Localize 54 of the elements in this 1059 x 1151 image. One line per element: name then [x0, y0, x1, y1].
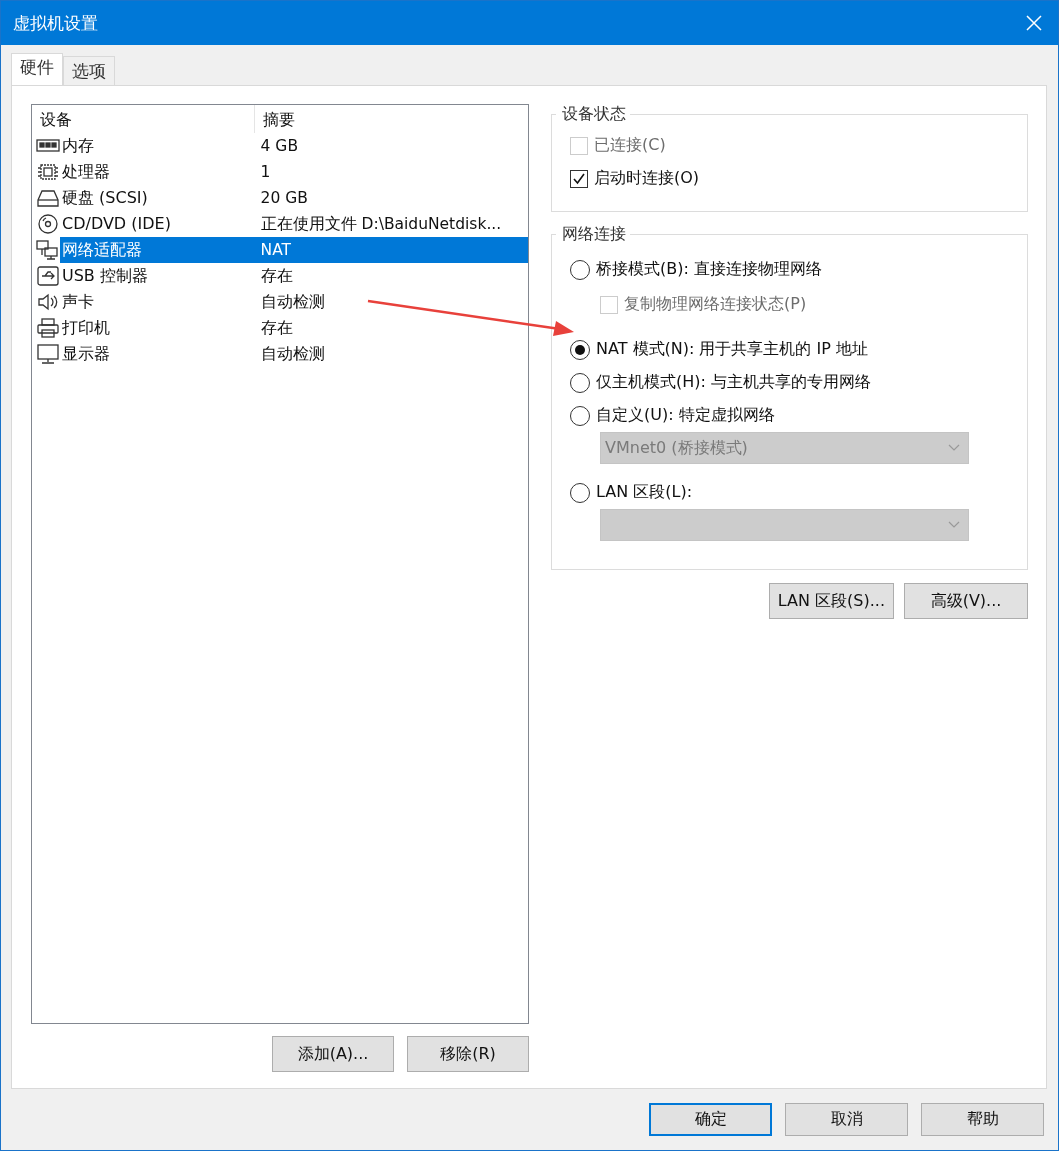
table-cell[interactable]: 4 GB [259, 133, 528, 159]
window-title: 虚拟机设置 [13, 11, 98, 35]
close-icon[interactable] [1026, 15, 1042, 31]
table-cell[interactable]: 20 GB [259, 185, 528, 211]
table-cell[interactable]: 打印机 [60, 315, 260, 341]
table-cell[interactable]: 网络适配器 [60, 237, 260, 263]
caret-icon [948, 444, 960, 452]
radio-label[interactable]: 自定义(U): 特定虚拟网络 [596, 405, 775, 426]
radio-button[interactable] [570, 372, 590, 393]
radio-label[interactable]: LAN 区段(L): [596, 482, 693, 503]
radio-button[interactable] [570, 405, 590, 426]
table-cell[interactable]: 声卡 [60, 289, 260, 315]
table-cell[interactable]: 正在使用文件 D:\BaiduNetdisk... [259, 211, 528, 237]
table-cell[interactable]: 内存 [60, 133, 260, 159]
table-cell[interactable]: 1 [259, 159, 528, 185]
table-cell[interactable]: 自动检测 [259, 289, 528, 315]
tab[interactable]: 选项 [63, 56, 115, 85]
group-title: 网络连接 [561, 224, 627, 245]
monitor-icon [36, 343, 60, 365]
printer-icon [36, 317, 60, 339]
dialog-button[interactable]: 帮助 [921, 1103, 1044, 1136]
checkbox[interactable] [570, 169, 588, 188]
chip-icon [36, 161, 60, 183]
table-cell[interactable]: 存在 [259, 263, 528, 289]
radio-button[interactable] [570, 259, 590, 280]
network-icon [36, 239, 60, 261]
drive-icon [36, 187, 60, 209]
table-cell[interactable]: 硬盘 (SCSI) [60, 185, 260, 211]
table-cell[interactable]: 存在 [259, 315, 528, 341]
table-cell[interactable]: 处理器 [60, 159, 260, 185]
table-cell[interactable]: CD/DVD (IDE) [60, 211, 260, 237]
radio-button[interactable] [570, 339, 590, 360]
table-cell[interactable]: 显示器 [60, 341, 260, 367]
action-button[interactable]: 移除(R) [407, 1036, 529, 1072]
checkbox-label[interactable]: 启动时连接(O) [594, 168, 700, 189]
action-button[interactable]: LAN 区段(S)... [768, 583, 894, 619]
disc-icon [36, 213, 60, 235]
dialog-button[interactable]: 确定 [649, 1103, 772, 1136]
caret-icon [948, 521, 960, 529]
table-cell[interactable]: USB 控制器 [60, 263, 260, 289]
radio-label[interactable]: NAT 模式(N): 用于共享主机的 IP 地址 [596, 339, 868, 360]
radio-label[interactable]: 仅主机模式(H): 与主机共享的专用网络 [596, 372, 871, 393]
dialog-button[interactable]: 取消 [785, 1103, 908, 1136]
speaker-icon [36, 291, 60, 313]
radio-button[interactable] [570, 482, 590, 503]
radio-label[interactable]: 桥接模式(B): 直接连接物理网络 [596, 259, 822, 280]
tab[interactable]: 硬件 [11, 53, 63, 85]
column-header[interactable]: 设备 [32, 105, 255, 133]
table-cell[interactable]: NAT [259, 237, 528, 263]
table-cell[interactable]: 自动检测 [259, 341, 528, 367]
group-title: 设备状态 [561, 104, 627, 125]
column-header[interactable]: 摘要 [255, 105, 295, 133]
action-button[interactable]: 添加(A)... [272, 1036, 394, 1072]
action-button[interactable]: 高级(V)... [904, 583, 1028, 619]
